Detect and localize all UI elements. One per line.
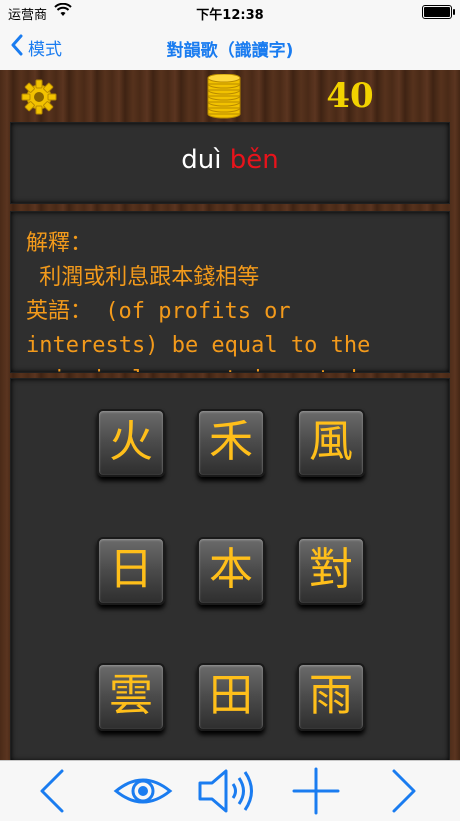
coins-icon [204,73,244,124]
page-title: 對韻歌（識讀字) [166,41,294,61]
bottom-toolbar [0,760,460,819]
pinyin-display: duì běn [0,145,460,175]
next-button[interactable] [386,765,422,821]
explanation-board[interactable]: 解釋： 利潤或利息跟本錢相等 英語： (of profits or intere… [10,211,450,373]
character-tile-7[interactable]: 雲 [97,663,165,731]
speaker-icon [194,769,258,821]
character-tile-5[interactable]: 本 [197,537,265,605]
pinyin-syllable-2: běn [229,145,279,175]
character-tile-8[interactable]: 田 [197,663,265,731]
character-tile-1[interactable]: 火 [97,409,165,477]
chevron-left-icon [34,769,70,821]
play-sound-button[interactable] [194,765,258,821]
character-tile-2[interactable]: 禾 [197,409,265,477]
battery-icon [422,5,455,19]
tile-grid-board: 火 禾 風 日 本 對 雲 田 雨 [10,378,450,762]
chevron-right-icon [386,769,422,821]
navigation-bar: 模式 對韻歌（識讀字) [0,24,460,71]
explanation-text: 解釋： 利潤或利息跟本錢相等 英語： (of profits or intere… [26,231,371,372]
status-time: 下午12:38 [196,8,264,23]
character-tile-4[interactable]: 日 [97,537,165,605]
add-button[interactable] [290,765,342,821]
eye-icon [112,778,174,821]
pinyin-syllable-1: duì [181,145,222,175]
plus-icon [290,767,342,821]
settings-gear-icon[interactable] [20,78,58,120]
show-answer-button[interactable] [112,765,174,821]
character-tile-3[interactable]: 風 [297,409,365,477]
previous-button[interactable] [34,765,70,821]
character-tile-6[interactable]: 對 [297,537,365,605]
status-bar: 运营商 下午12:38 [0,0,460,24]
character-tile-9[interactable]: 雨 [297,663,365,731]
score-counter: 40 [326,76,374,116]
